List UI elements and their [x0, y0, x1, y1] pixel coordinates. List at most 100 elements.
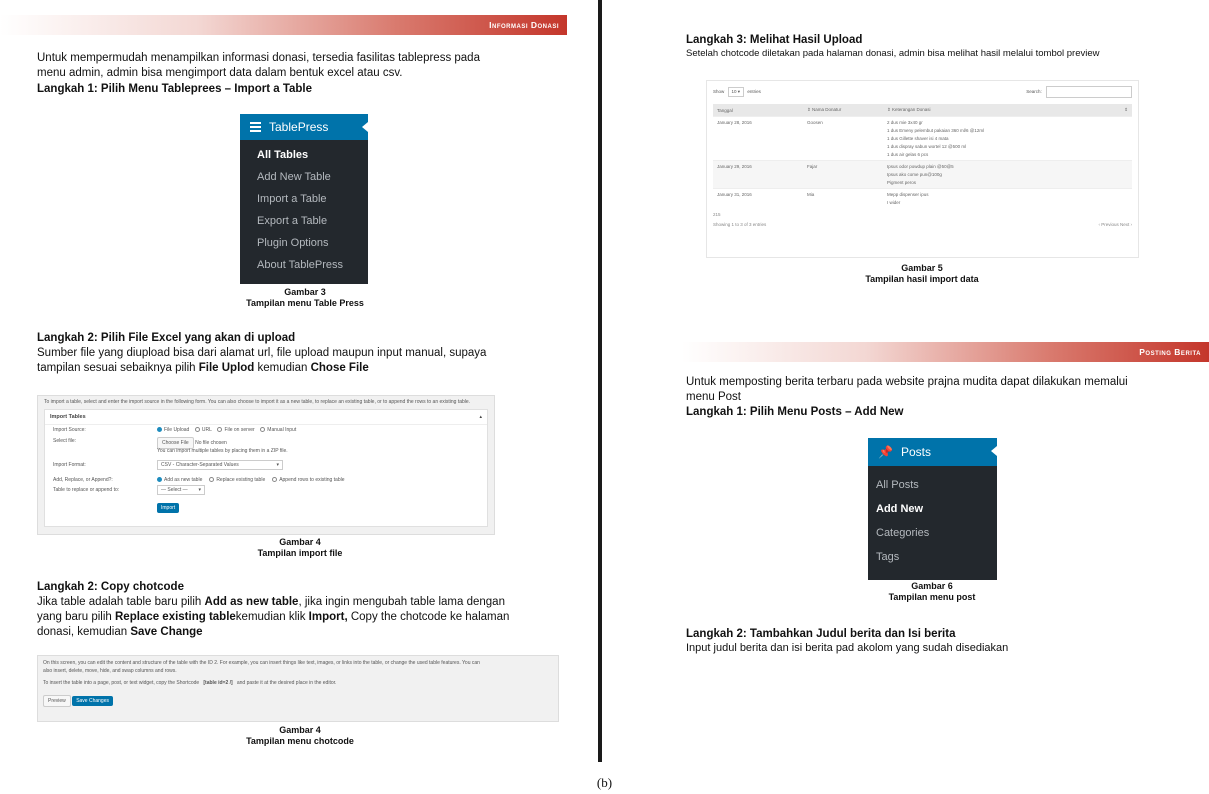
radio-manual-input[interactable]	[260, 427, 266, 433]
search-input[interactable]	[1046, 86, 1132, 98]
left-page: Informasi Donasi Untuk mempermudah menam…	[0, 0, 588, 762]
figure-5-caption: Gambar 5 Tampilan hasil import data	[802, 263, 1042, 285]
option-file-on-server: File on server	[224, 427, 255, 433]
menu-item-add-new[interactable]: Add New	[868, 497, 997, 521]
text-fragment: kemudian	[254, 362, 311, 374]
import-result-screenshot: Show 10 ▾ entries Search: Tanggal ⇕ Nama…	[706, 80, 1139, 258]
step3-text: Setelah chotcode diletakan pada halaman …	[686, 48, 1100, 59]
show-entries: Show 10 ▾ entries	[713, 87, 761, 97]
posts-menu-header[interactable]: 📌 Posts	[868, 438, 997, 466]
detail-line: I wider	[887, 200, 901, 205]
preview-button[interactable]: Preview	[43, 695, 71, 707]
entries-select[interactable]: 10 ▾	[727, 87, 745, 97]
step2-upload-line1: Sumber file yang diupload bisa dari alam…	[37, 347, 487, 359]
intro-line-1: Untuk mempermudah menampilkan informasi …	[37, 52, 480, 64]
menu-item-export-table[interactable]: Export a Table	[240, 210, 368, 232]
detail-line: 2 dus mie 3x40 gr	[887, 120, 923, 125]
text-fragment: To insert the table into a page, post, o…	[43, 680, 200, 686]
import-source-options: File Upload URL File on server Manual In…	[157, 427, 296, 433]
figure-3-title: Tampilan menu Table Press	[246, 298, 364, 308]
header-text: Nama Donatur	[812, 107, 842, 112]
bold-file-uplod: File Uplod	[198, 362, 255, 374]
cell-name: Goosen	[803, 116, 883, 161]
bold-replace-existing-table: Replace existing table	[115, 611, 236, 623]
radio-file-upload[interactable]	[157, 427, 162, 433]
cell-date: January 31, 2016	[713, 188, 803, 208]
chotcode-line1: Jika table adalah table baru pilih Add a…	[37, 595, 577, 610]
figure-3-caption: Gambar 3 Tampilan menu Table Press	[200, 287, 410, 309]
menu-item-all-posts[interactable]: All Posts	[868, 473, 997, 497]
table-search: Search:	[1026, 86, 1132, 98]
radio-file-on-server[interactable]	[217, 427, 223, 433]
detail-line: 1 dus dispray sabun wortel 12 @500 ml	[887, 144, 967, 149]
entries-value: 10	[731, 89, 737, 94]
figure-4b-caption: Gambar 4 Tampilan menu chotcode	[180, 725, 420, 747]
header-text: Tanggal	[717, 107, 733, 113]
figure-6-caption: Gambar 6 Tampilan menu post	[812, 581, 1052, 603]
donation-table: Tanggal ⇕ Nama Donatur ⇕ Keterangan Dona…	[713, 104, 1132, 208]
posting-intro-line2: menu Post	[686, 391, 741, 403]
menu-item-plugin-options[interactable]: Plugin Options	[240, 232, 368, 254]
chotcode-line2: yang baru pilih Replace existing tableke…	[37, 610, 577, 625]
col-header-nama[interactable]: ⇕ Nama Donatur	[803, 104, 883, 117]
table-row: January 31, 2016 Mia Mepp dispenser ipus…	[713, 188, 1132, 208]
collapse-arrow-icon[interactable]: ▴	[479, 414, 482, 420]
replace-target-select[interactable]: — Select — ▾	[157, 485, 205, 495]
menu-item-import-table[interactable]: Import a Table	[240, 188, 368, 210]
radio-replace[interactable]	[209, 477, 215, 483]
text-fragment: , jika ingin mengubah table lama dengan	[298, 596, 505, 608]
posting-step2-text: Input judul berita dan isi berita pad ak…	[686, 642, 1009, 654]
figure-4b-title: Tampilan menu chotcode	[246, 736, 354, 746]
bold-chose-file: Chose File	[310, 362, 369, 374]
col-header-tanggal[interactable]: Tanggal	[713, 104, 803, 117]
shortcode-value[interactable]: [table id=2 /]	[203, 680, 232, 686]
import-top-note: To import a table, select and enter the …	[44, 399, 471, 405]
shortcode-screenshot: On this screen, you can edit the content…	[37, 655, 559, 722]
posts-menu: 📌 Posts All Posts Add New Categories Tag…	[868, 438, 997, 580]
figure-3-number: Gambar 3	[284, 287, 326, 297]
shortcode-buttons: Preview Save Changes	[43, 695, 553, 707]
bold-add-as-new-table: Add as new table	[204, 596, 299, 608]
pagination-links[interactable]: ‹ Previous Next ›	[1098, 222, 1132, 227]
figure-5-number: Gambar 5	[901, 263, 943, 273]
menu-item-tags[interactable]: Tags	[868, 545, 997, 569]
menu-item-all-tables[interactable]: All Tables	[240, 144, 368, 166]
detail-line: Ipsus ako come pun@100g	[887, 172, 942, 177]
radio-append[interactable]	[272, 477, 278, 483]
cell-name: Fajar	[803, 160, 883, 189]
shortcode-line2: also insert, delete, move, hide, and swa…	[43, 668, 177, 674]
entries-label: entries	[747, 89, 761, 94]
table-row: January 29, 2016 Fajar Ipsus odor powdup…	[713, 160, 1132, 189]
menu-item-about-tablepress[interactable]: About TablePress	[240, 254, 368, 276]
import-button[interactable]: Import	[157, 503, 180, 513]
cell-details: Ipsus odor powdup plain @50@5 Ipsus ako …	[883, 160, 1132, 189]
menu-item-categories[interactable]: Categories	[868, 521, 997, 545]
figure-6-title: Tampilan menu post	[888, 592, 976, 602]
bold-import: Import,	[308, 611, 348, 623]
table-icon	[250, 121, 261, 133]
tablepress-menu-header[interactable]: TablePress	[240, 114, 368, 140]
import-format-select[interactable]: CSV - Character-Separated Values ▾	[157, 460, 283, 470]
text-fragment: Copy the chotcode ke halaman	[347, 611, 510, 623]
menu-notch	[991, 446, 997, 456]
option-manual-input: Manual Input	[267, 427, 297, 433]
text-fragment: donasi, kemudian	[37, 626, 131, 638]
header-text: Keterangan Donasi	[892, 107, 931, 112]
figure-5-title: Tampilan hasil import data	[865, 274, 979, 284]
import-button-wrap: Import	[157, 503, 180, 513]
showing-entries-text: Showing 1 to 3 of 3 entries	[713, 222, 767, 227]
radio-url[interactable]	[194, 427, 200, 433]
step2-upload-text: Sumber file yang diupload bisa dari alam…	[37, 346, 567, 376]
figure-4a-number: Gambar 4	[279, 537, 321, 547]
save-changes-button[interactable]: Save Changes	[72, 696, 113, 706]
table-header-row: Tanggal ⇕ Nama Donatur ⇕ Keterangan Dona…	[713, 104, 1132, 117]
table-row: January 28, 2016 Goosen 2 dus mie 3x40 g…	[713, 116, 1132, 161]
col-header-keterangan[interactable]: ⇕ Keterangan Donasi ⇕	[883, 104, 1132, 117]
menu-item-add-new-table[interactable]: Add New Table	[240, 166, 368, 188]
pushpin-icon: 📌	[878, 445, 893, 459]
import-panel: Import Tables ▴ Import Source: File Uplo…	[44, 409, 488, 527]
right-page: Langkah 3: Melihat Hasil Upload Setelah …	[612, 0, 1209, 762]
radio-add-new[interactable]	[157, 477, 162, 483]
replace-target-label: Table to replace or append to:	[53, 487, 120, 493]
detail-line: 1 dus Gillette shaver isi 4 mata	[887, 136, 949, 141]
